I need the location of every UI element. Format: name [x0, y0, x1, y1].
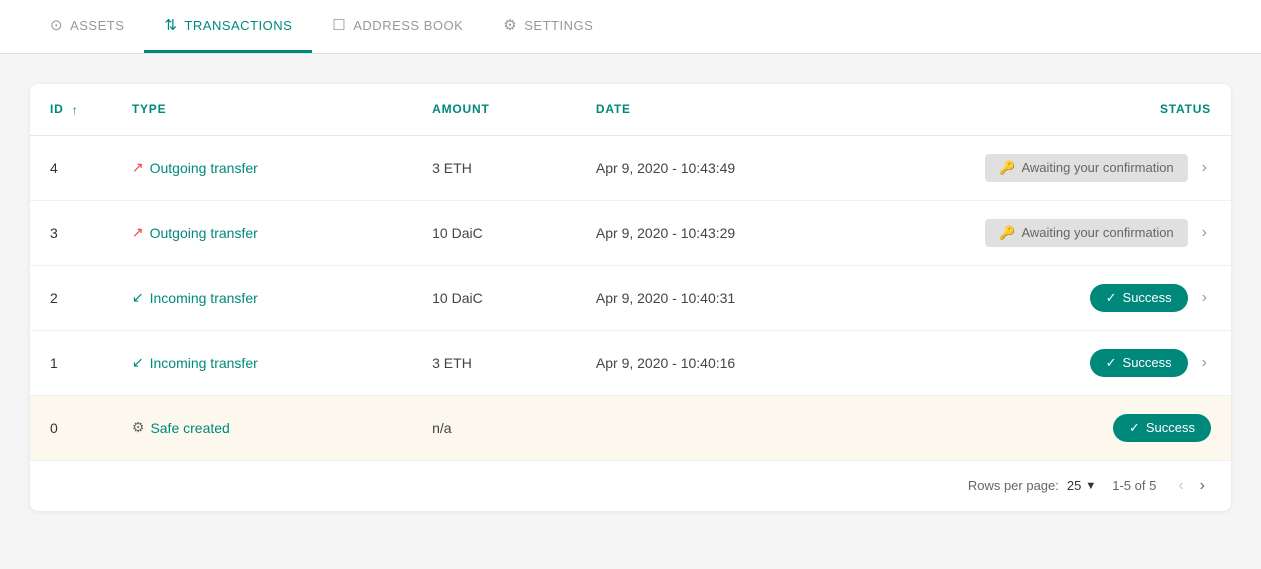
col-header-date: DATE	[576, 84, 876, 135]
prev-page-button[interactable]: ‹	[1172, 475, 1189, 497]
cell-type: ↙Incoming transfer	[112, 330, 412, 395]
status-badge-success: ✓ Success	[1090, 284, 1188, 312]
cell-id: 3	[30, 200, 112, 265]
expand-button[interactable]: ›	[1198, 352, 1211, 374]
key-icon: 🔑	[999, 225, 1015, 241]
table-row[interactable]: 2↙Incoming transfer10 DaiCApr 9, 2020 - …	[30, 265, 1231, 330]
transactions-icon: ⇅	[164, 16, 177, 34]
cell-type: ⚙Safe created	[112, 395, 412, 460]
tab-settings[interactable]: ⚙ SETTINGS	[483, 0, 613, 53]
badge-label: Awaiting your confirmation	[1021, 225, 1173, 240]
badge-label: Awaiting your confirmation	[1021, 160, 1173, 175]
sort-icon: ↑	[72, 103, 79, 117]
transactions-table: ID ↑ TYPE AMOUNT DATE STAT	[30, 84, 1231, 460]
cell-id: 2	[30, 265, 112, 330]
rows-per-page-select[interactable]: 25 ▼	[1067, 478, 1096, 493]
tab-assets-label: ASSETS	[70, 18, 124, 33]
app-container: ⊙ ASSETS ⇅ TRANSACTIONS ☐ ADDRESS BOOK ⚙…	[0, 0, 1261, 569]
cell-id: 4	[30, 135, 112, 200]
page-nav: ‹ ›	[1172, 475, 1211, 497]
table-row[interactable]: 1↙Incoming transfer3 ETHApr 9, 2020 - 10…	[30, 330, 1231, 395]
cell-date: Apr 9, 2020 - 10:43:29	[576, 200, 876, 265]
key-icon: 🔑	[999, 160, 1015, 176]
cell-amount: 3 ETH	[412, 330, 576, 395]
main-content: ID ↑ TYPE AMOUNT DATE STAT	[0, 54, 1261, 569]
tab-transactions[interactable]: ⇅ TRANSACTIONS	[144, 0, 312, 53]
cell-date	[576, 395, 876, 460]
incoming-icon: ↙	[132, 289, 144, 306]
check-icon: ✓	[1106, 290, 1117, 306]
check-icon: ✓	[1106, 355, 1117, 371]
nav-tabs: ⊙ ASSETS ⇅ TRANSACTIONS ☐ ADDRESS BOOK ⚙…	[0, 0, 1261, 54]
transactions-table-card: ID ↑ TYPE AMOUNT DATE STAT	[30, 84, 1231, 511]
tab-settings-label: SETTINGS	[524, 18, 593, 33]
tab-address-book[interactable]: ☐ ADDRESS BOOK	[312, 0, 483, 53]
badge-label: Success	[1123, 355, 1172, 370]
incoming-icon: ↙	[132, 354, 144, 371]
next-page-button[interactable]: ›	[1194, 475, 1211, 497]
col-header-id[interactable]: ID ↑	[30, 84, 112, 135]
tab-transactions-label: TRANSACTIONS	[184, 18, 292, 33]
cell-amount: 10 DaiC	[412, 200, 576, 265]
badge-label: Success	[1123, 290, 1172, 305]
table-header-row: ID ↑ TYPE AMOUNT DATE STAT	[30, 84, 1231, 135]
expand-button[interactable]: ›	[1198, 287, 1211, 309]
pagination-row: Rows per page: 25 ▼ 1-5 of 5 ‹ ›	[30, 460, 1231, 511]
cell-status: ✓ Success ›	[876, 330, 1231, 395]
cell-status: ✓ Success ›	[876, 265, 1231, 330]
col-header-status: STATUS	[876, 84, 1231, 135]
col-header-type: TYPE	[112, 84, 412, 135]
cell-type: ↗Outgoing transfer	[112, 135, 412, 200]
cell-amount: n/a	[412, 395, 576, 460]
cell-type: ↙Incoming transfer	[112, 265, 412, 330]
cell-status: ✓ Success	[876, 395, 1231, 460]
badge-label: Success	[1146, 420, 1195, 435]
tab-assets[interactable]: ⊙ ASSETS	[30, 0, 144, 53]
rows-per-page-label: Rows per page:	[968, 478, 1059, 493]
check-icon: ✓	[1129, 420, 1140, 436]
table-row[interactable]: 0⚙Safe createdn/a ✓ Success	[30, 395, 1231, 460]
expand-button[interactable]: ›	[1198, 157, 1211, 179]
cell-date: Apr 9, 2020 - 10:40:16	[576, 330, 876, 395]
assets-icon: ⊙	[50, 16, 63, 34]
status-badge-success: ✓ Success	[1090, 349, 1188, 377]
cell-date: Apr 9, 2020 - 10:43:49	[576, 135, 876, 200]
status-badge-awaiting: 🔑 Awaiting your confirmation	[985, 219, 1187, 247]
rows-per-page: Rows per page: 25 ▼	[968, 478, 1096, 493]
status-badge-success: ✓ Success	[1113, 414, 1211, 442]
table-row[interactable]: 3↗Outgoing transfer10 DaiCApr 9, 2020 - …	[30, 200, 1231, 265]
outgoing-icon: ↗	[132, 224, 144, 241]
cell-amount: 10 DaiC	[412, 265, 576, 330]
expand-button[interactable]: ›	[1198, 222, 1211, 244]
cell-amount: 3 ETH	[412, 135, 576, 200]
settings-icon: ⚙	[503, 16, 517, 34]
cell-date: Apr 9, 2020 - 10:40:31	[576, 265, 876, 330]
cell-status: 🔑 Awaiting your confirmation ›	[876, 200, 1231, 265]
cell-id: 0	[30, 395, 112, 460]
tab-address-book-label: ADDRESS BOOK	[353, 18, 463, 33]
safe-created-icon: ⚙	[132, 419, 145, 436]
rows-select-chevron: ▼	[1085, 480, 1096, 492]
status-badge-awaiting: 🔑 Awaiting your confirmation	[985, 154, 1187, 182]
cell-status: 🔑 Awaiting your confirmation ›	[876, 135, 1231, 200]
rows-per-page-value: 25	[1067, 478, 1081, 493]
address-book-icon: ☐	[332, 16, 346, 34]
col-header-amount: AMOUNT	[412, 84, 576, 135]
outgoing-icon: ↗	[132, 159, 144, 176]
cell-id: 1	[30, 330, 112, 395]
cell-type: ↗Outgoing transfer	[112, 200, 412, 265]
page-info: 1-5 of 5	[1112, 478, 1156, 493]
table-row[interactable]: 4↗Outgoing transfer3 ETHApr 9, 2020 - 10…	[30, 135, 1231, 200]
